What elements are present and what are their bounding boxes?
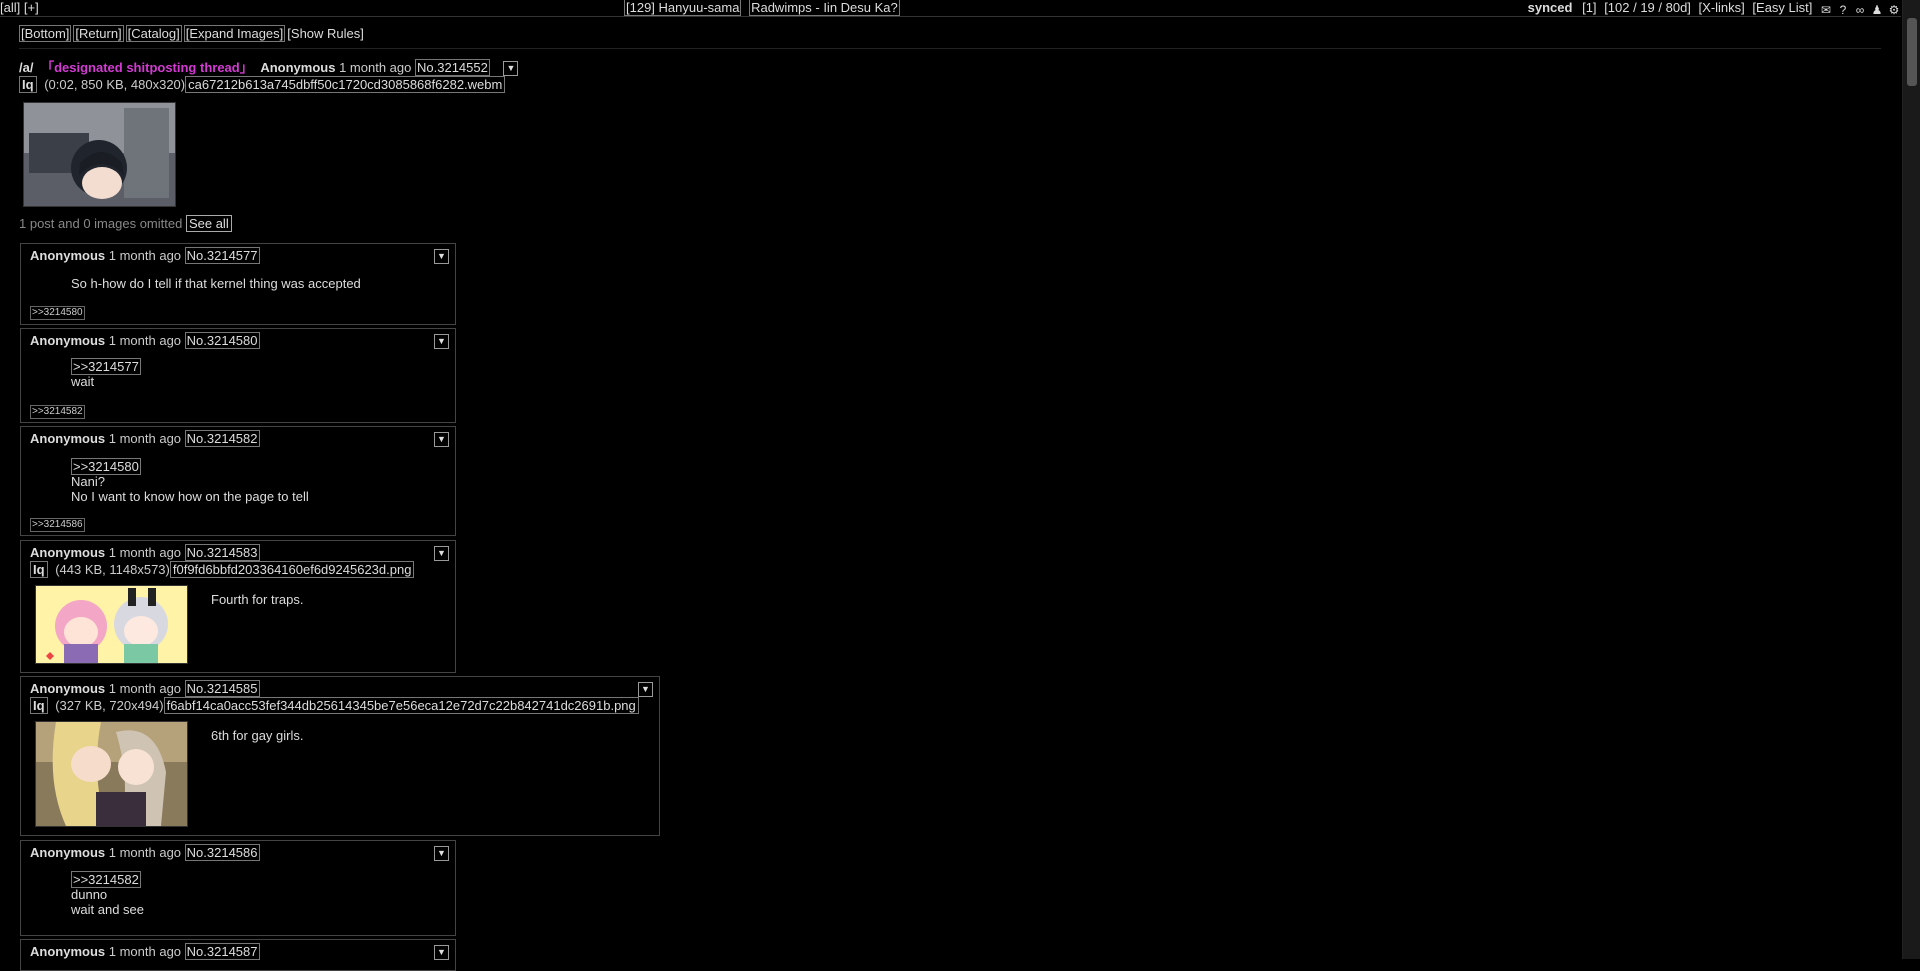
reply-post: Anonymous 1 month ago No.3214587 ▼ xyxy=(20,939,456,971)
divider xyxy=(19,48,1881,49)
file-name[interactable]: f6abf14ca0acc53fef344db25614345be7e56eca… xyxy=(163,697,639,714)
add-board-link[interactable]: [+] xyxy=(24,0,39,15)
bottom-link[interactable]: [Bottom] xyxy=(19,25,72,42)
file-name[interactable]: f0f9fd6bbfd203364160ef6d9245623d.png xyxy=(169,561,415,578)
quote-link[interactable]: >>3214577 xyxy=(71,358,141,375)
post-thumbnail[interactable] xyxy=(35,721,188,827)
post-number[interactable]: No.3214577 xyxy=(184,247,260,264)
file-info: (0:02, 850 KB, 480x320) xyxy=(44,77,186,93)
post-menu-button[interactable]: ▼ xyxy=(434,945,449,960)
iqdb-link[interactable]: Iq xyxy=(30,561,48,578)
infinity-icon[interactable]: ∞ xyxy=(1853,3,1867,17)
quote-link[interactable]: >>3214580 xyxy=(71,458,141,475)
omitted-text: 1 post and 0 images omitted xyxy=(19,216,183,231)
backlink[interactable]: >>3214582 xyxy=(30,405,85,419)
iqdb-link[interactable]: Iq xyxy=(30,697,48,714)
post-text: So h-how do I tell if that kernel thing … xyxy=(71,276,361,291)
song-title[interactable]: Radwimps - Iin Desu Ka? xyxy=(749,0,900,16)
post-date: 1 month ago xyxy=(108,944,182,959)
post-menu-button[interactable]: ▼ xyxy=(503,61,519,77)
reply-post: Anonymous 1 month ago No.3214580 ▼ >>321… xyxy=(20,328,456,423)
thread-subject: 「designated shitposting thread」 xyxy=(41,60,253,75)
return-link[interactable]: [Return] xyxy=(73,25,124,42)
post-text: 6th for gay girls. xyxy=(211,728,304,743)
all-boards-link[interactable]: [all] xyxy=(0,0,20,15)
post-text: No I want to know how on the page to tel… xyxy=(71,489,309,504)
post-date: 1 month ago xyxy=(108,845,182,860)
post-date: 1 month ago xyxy=(108,333,182,348)
reply-post: Anonymous 1 month ago No.3214586 ▼ >>321… xyxy=(20,840,456,936)
backlink[interactable]: >>3214586 xyxy=(30,518,85,532)
post-menu-button[interactable]: ▼ xyxy=(434,249,449,264)
x-links-toggle[interactable]: [X-links] xyxy=(1699,0,1745,15)
topbar-left: [all] [+] xyxy=(0,0,39,15)
thread-stats[interactable]: [102 / 19 / 80d] xyxy=(1604,0,1691,15)
board-name[interactable]: /a/ xyxy=(19,60,33,75)
easy-list-link[interactable]: [Easy List] xyxy=(1752,0,1812,15)
post-date: 1 month ago xyxy=(108,248,182,263)
top-bar: [all] [+] [129] Hanyuu-sama Radwimps - I… xyxy=(0,0,1901,17)
post-date: 1 month ago xyxy=(108,681,182,696)
post-menu-button[interactable]: ▼ xyxy=(434,432,449,447)
post-text: Nani? xyxy=(71,474,105,489)
post-text: Fourth for traps. xyxy=(211,592,304,607)
thread-nav: [Bottom] [Return] [Catalog] [Expand Images]… xyxy=(19,25,366,42)
user-icon[interactable]: ♟ xyxy=(1870,3,1884,17)
see-all-button[interactable]: See all xyxy=(185,215,232,232)
post-text: wait xyxy=(71,374,95,389)
post-date: 1 month ago xyxy=(108,545,182,560)
post-text: wait and see xyxy=(71,902,144,917)
reply-post: Anonymous 1 month ago No.3214582 ▼ >>321… xyxy=(20,426,456,536)
op-thumbnail[interactable] xyxy=(23,102,176,207)
post-date: 1 month ago xyxy=(108,431,182,446)
post-number[interactable]: No.3214585 xyxy=(184,680,260,697)
mail-icon[interactable]: ✉ xyxy=(1819,3,1833,17)
poster-name: Anonymous xyxy=(260,60,336,75)
catalog-link[interactable]: [Catalog] xyxy=(125,25,182,42)
backlink[interactable]: >>3214580 xyxy=(30,306,85,320)
topbar-center: [129] Hanyuu-sama Radwimps - Iin Desu Ka… xyxy=(624,0,900,16)
show-rules-link[interactable]: [Show Rules] xyxy=(287,26,364,41)
quote-link[interactable]: >>3214582 xyxy=(71,871,141,888)
unread-count[interactable]: [1] xyxy=(1582,0,1596,15)
post-number[interactable]: No.3214582 xyxy=(184,430,260,447)
file-info: (443 KB, 1148x573) xyxy=(55,562,170,577)
post-menu-button[interactable]: ▼ xyxy=(434,846,449,861)
topbar-right: synced [1] [102 / 19 / 80d] [X-links] [E… xyxy=(1528,0,1901,17)
post-thumbnail[interactable] xyxy=(35,585,188,664)
iqdb-link[interactable]: Iq xyxy=(19,76,37,94)
sync-status: synced xyxy=(1527,0,1573,15)
post-number[interactable]: No.3214583 xyxy=(184,544,260,561)
post-number[interactable]: No.3214552 xyxy=(415,59,490,76)
post-menu-button[interactable]: ▼ xyxy=(638,682,653,697)
poster-name: Anonymous xyxy=(30,431,106,446)
reply-post: Anonymous 1 month ago No.3214583 ▼ Iq (4… xyxy=(20,540,456,673)
post-menu-button[interactable]: ▼ xyxy=(434,334,449,349)
poster-name: Anonymous xyxy=(30,681,106,696)
post-date: 1 month ago xyxy=(339,60,412,75)
reply-post: Anonymous 1 month ago No.3214577 ▼ So h-… xyxy=(20,243,456,325)
help-icon[interactable]: ? xyxy=(1836,3,1850,17)
op-post: /a/ 「designated shitposting thread」 Anon… xyxy=(19,59,519,94)
poster-name: Anonymous xyxy=(30,333,106,348)
post-text: dunno xyxy=(71,887,108,902)
poster-name: Anonymous xyxy=(30,545,106,560)
board-title[interactable]: [129] Hanyuu-sama xyxy=(624,0,742,16)
reply-post: Anonymous 1 month ago No.3214585 ▼ Iq (3… xyxy=(20,676,660,836)
post-menu-button[interactable]: ▼ xyxy=(434,546,449,561)
expand-images-link[interactable]: [Expand Images] xyxy=(183,25,286,42)
gear-icon[interactable]: ⚙ xyxy=(1887,3,1901,17)
post-number[interactable]: No.3214586 xyxy=(184,844,260,861)
post-number[interactable]: No.3214587 xyxy=(184,943,260,960)
file-info: (327 KB, 720x494) xyxy=(55,698,164,713)
poster-name: Anonymous xyxy=(30,944,106,959)
file-name[interactable]: ca67212b613a745dbff50c1720cd3085868f6282… xyxy=(185,76,506,94)
post-number[interactable]: No.3214580 xyxy=(184,332,260,349)
poster-name: Anonymous xyxy=(30,248,106,263)
omitted-posts: 1 post and 0 images omitted See all xyxy=(19,215,232,232)
scrollbar-thumb[interactable] xyxy=(1907,18,1917,86)
poster-name: Anonymous xyxy=(30,845,106,860)
page-scrollbar[interactable] xyxy=(1902,0,1920,959)
